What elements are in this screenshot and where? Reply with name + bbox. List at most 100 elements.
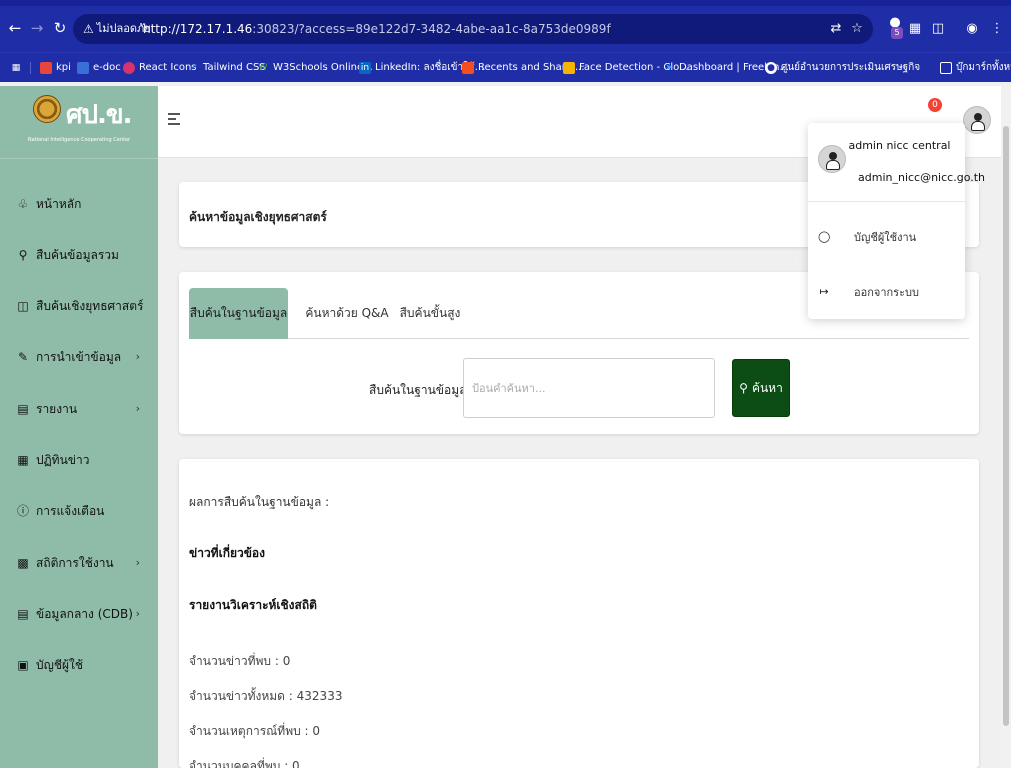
- tab-advanced-search[interactable]: สืบค้นขั้นสูง: [394, 288, 466, 339]
- search-button-label: ค้นหา: [751, 381, 783, 395]
- divider: [0, 158, 158, 159]
- divider: [808, 201, 965, 202]
- brand-logo[interactable]: ศป.ข. National Intelligence Cooperating …: [0, 86, 158, 156]
- forward-icon[interactable]: →: [28, 19, 46, 37]
- menu-item-user-account[interactable]: ◯ บัญชีผู้ใช้งาน: [808, 219, 965, 255]
- linkedin-icon: in: [359, 62, 371, 74]
- sidebar-item-data-import[interactable]: ✎ การนำเข้าข้อมูล ›: [0, 337, 158, 377]
- address-bar[interactable]: ⚠ ไม่ปลอดภัย http://172.17.1.46:30823/?a…: [73, 14, 873, 44]
- bookmark-label: ศูนย์อำนวยการประเมินเศรษฐกิจ: [781, 62, 921, 73]
- apps-icon[interactable]: ▦: [10, 60, 22, 76]
- sidebar-item-label: บัญชีผู้ใช้: [36, 657, 84, 672]
- tab-strip: [0, 0, 1011, 6]
- sidebar-item-news-calendar[interactable]: ▦ ปฏิทินข่าว: [0, 440, 158, 480]
- sidebar-item-search-all[interactable]: ⚲ สืบค้นข้อมูลรวม: [0, 235, 158, 275]
- browser-menu-icon[interactable]: ⋮: [988, 20, 1006, 38]
- sidebar-item-strategic-search[interactable]: ◫ สืบค้นเชิงยุทธศาสตร์: [0, 286, 158, 326]
- translate-icon[interactable]: ⇄: [828, 21, 844, 37]
- reload-icon[interactable]: ↻: [51, 19, 69, 37]
- url-rest: :30823/?access=89e122d7-3482-4abe-aa1c-8…: [252, 22, 611, 36]
- bookmark-center[interactable]: ● ศูนย์อำนวยการประเมินเศรษฐกิจ: [765, 60, 920, 76]
- page-scrollbar[interactable]: [1001, 86, 1011, 768]
- chart-icon: ▩: [17, 556, 29, 570]
- stat-persons-found: จำนวนบุคคลที่พบ : 0: [189, 759, 300, 768]
- insecure-indicator[interactable]: ⚠ ไม่ปลอดภัย: [83, 20, 151, 38]
- page-title: ค้นหาข้อมูลเชิงยุทธศาสตร์: [189, 210, 327, 224]
- back-icon[interactable]: ←: [6, 19, 24, 37]
- search-doc-icon: ◫: [17, 299, 29, 313]
- sidebar-item-report[interactable]: ▤ รายงาน ›: [0, 389, 158, 429]
- chevron-right-icon: ›: [135, 402, 140, 415]
- sidebar-item-label: หน้าหลัก: [36, 196, 82, 211]
- bell-icon: ♧: [17, 197, 29, 211]
- bookmarks-bar: ▦ kpi e-doc React Icons ~ Tailwind CSS WW…: [0, 52, 1011, 82]
- stat-events-found: จำนวนเหตุการณ์ที่พบ : 0: [189, 724, 321, 738]
- results-heading: ผลการสืบค้นในฐานข้อมูล :: [189, 495, 330, 509]
- bookmarks-folder[interactable]: บุ๊กมาร์กทั้งหมด: [940, 60, 1011, 76]
- seal-icon: [33, 95, 61, 123]
- section-statistical-report: รายงานวิเคราะห์เชิงสถิติ: [189, 598, 317, 612]
- app-icon: [40, 62, 52, 74]
- folder-icon: [940, 62, 952, 74]
- notification-badge[interactable]: 0: [928, 98, 942, 112]
- user-email: admin_nicc@nicc.go.th: [858, 171, 986, 184]
- sidebar-item-cdb[interactable]: ▤ ข้อมูลกลาง (CDB) ›: [0, 594, 158, 634]
- extension-badge: 5: [891, 27, 903, 39]
- sidebar-item-account[interactable]: ▣ บัญชีผู้ใช้: [0, 645, 158, 685]
- bookmark-w3schools[interactable]: W W3Schools Online...: [257, 60, 373, 76]
- search-input[interactable]: ป้อนคำค้นหา...: [463, 358, 715, 418]
- results-card: ผลการสืบค้นในฐานข้อมูล : ข่าวที่เกี่ยวข้…: [179, 459, 979, 768]
- star-icon[interactable]: ☆: [849, 21, 865, 37]
- react-icon: [123, 62, 135, 74]
- sidebar-item-label: ข้อมูลกลาง (CDB): [36, 606, 133, 621]
- chevron-right-icon: ›: [135, 607, 140, 620]
- user-name: admin nicc central: [848, 139, 951, 152]
- report-icon: ▤: [17, 402, 29, 416]
- chevron-right-icon: ›: [135, 350, 140, 363]
- warning-icon: ⚠: [83, 22, 94, 36]
- logo-subtitle: National Intelligence Cooperating Center: [27, 137, 131, 143]
- stat-news-found: จำนวนข่าวที่พบ : 0: [189, 654, 291, 668]
- search-icon: ⚲: [739, 381, 748, 395]
- profile-icon[interactable]: ◉: [963, 20, 981, 38]
- sidebar-item-label: ปฏิทินข่าว: [36, 452, 90, 467]
- sidebar-item-label: สถิติการใช้งาน: [36, 555, 114, 570]
- avatar[interactable]: [963, 106, 991, 134]
- user-card-icon: ▣: [17, 658, 29, 672]
- sidebar-item-home[interactable]: ♧ หน้าหลัก: [0, 184, 158, 224]
- bookmark-react-icons[interactable]: React Icons: [123, 60, 197, 76]
- bookmark-tailwind[interactable]: ~ Tailwind CSS: [187, 60, 265, 76]
- tailwind-icon: ~: [189, 63, 197, 73]
- search-icon: ⚲: [18, 248, 28, 262]
- menu-item-label: ออกจากระบบ: [854, 286, 919, 299]
- tab-qa-search[interactable]: ค้นหาด้วย Q&A: [301, 288, 393, 339]
- bookmark-kpi[interactable]: kpi: [40, 60, 71, 76]
- chevron-right-icon: ›: [135, 556, 140, 569]
- menu-item-logout[interactable]: ↦ ออกจากระบบ: [808, 274, 965, 310]
- scrollbar-thumb[interactable]: [1003, 126, 1009, 726]
- sheets-extension-icon[interactable]: ▦: [906, 20, 924, 38]
- sidebar-item-usage-stats[interactable]: ▩ สถิติการใช้งาน ›: [0, 543, 158, 583]
- bookmark-e-doc[interactable]: e-doc: [77, 60, 121, 76]
- edit-icon: ✎: [17, 350, 29, 364]
- stat-news-total: จำนวนข่าวทั้งหมด : 432333: [189, 689, 343, 703]
- sidebar-item-label: การแจ้งเตือน: [36, 503, 105, 518]
- w3-icon: W: [258, 63, 268, 73]
- bookmark-label: W3Schools Online...: [273, 62, 373, 73]
- sidebar-item-notifications[interactable]: ⓘ การแจ้งเตือน: [0, 491, 158, 531]
- puzzle-icon[interactable]: ◫: [929, 20, 947, 38]
- tab-database-search[interactable]: สืบค้นในฐานข้อมูล: [189, 288, 288, 339]
- figma-icon: [462, 62, 474, 74]
- doc-icon: [77, 62, 89, 74]
- menu-toggle-icon[interactable]: [168, 113, 182, 127]
- bookmark-separator: [30, 62, 31, 74]
- bookmark-label: kpi: [56, 62, 71, 73]
- url-text[interactable]: http://172.17.1.46:30823/?access=89e122d…: [143, 20, 611, 38]
- search-button[interactable]: ⚲ ค้นหา: [732, 359, 790, 417]
- bookmark-label: บุ๊กมาร์กทั้งหมด: [956, 62, 1011, 73]
- sidebar-item-label: การนำเข้าข้อมูล: [36, 349, 122, 364]
- browser-chrome: ← → ↻ ⚠ ไม่ปลอดภัย http://172.17.1.46:30…: [0, 0, 1011, 52]
- section-related-news: ข่าวที่เกี่ยวข้อง: [189, 546, 265, 560]
- sidebar-item-label: สืบค้นข้อมูลรวม: [36, 247, 119, 262]
- calendar-icon: ▦: [17, 453, 29, 467]
